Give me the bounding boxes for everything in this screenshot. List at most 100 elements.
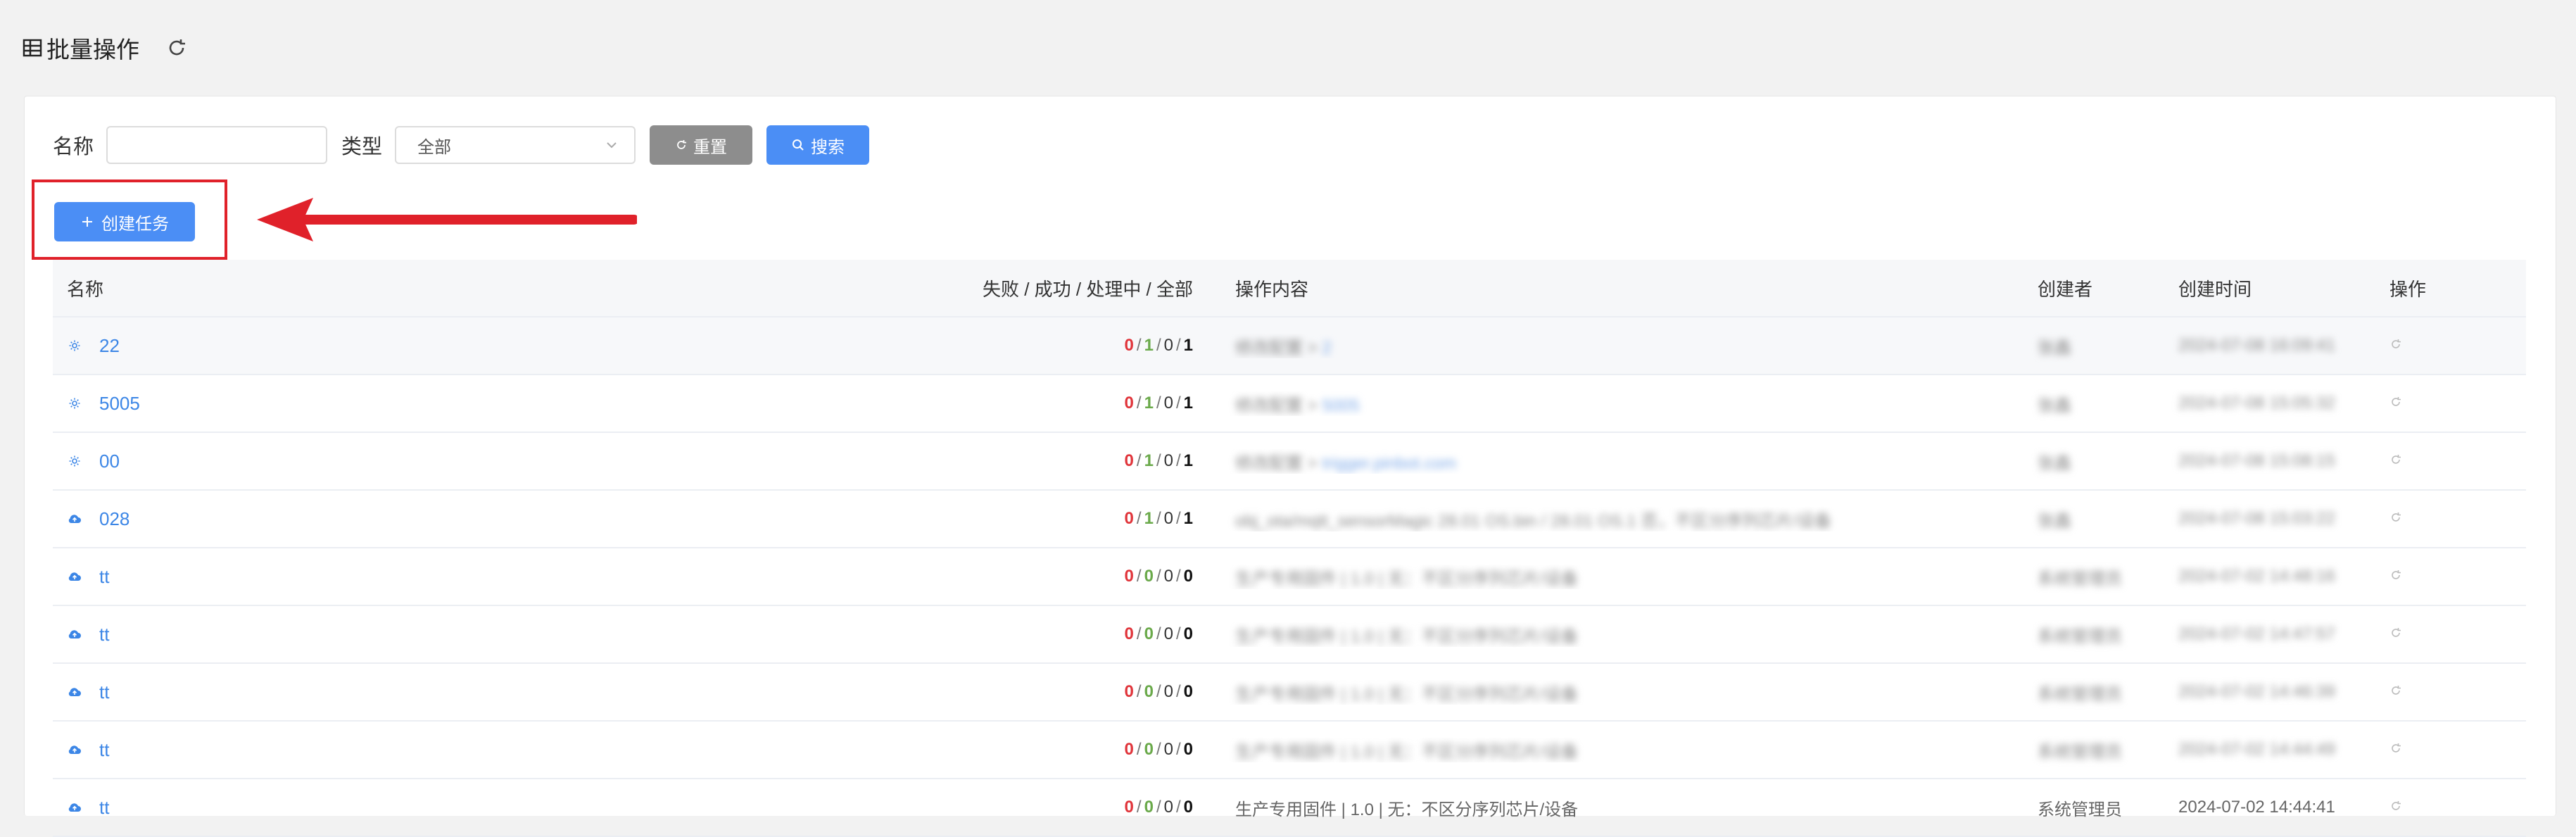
row-time-cell: 2024-07-08 15:05:32 xyxy=(2178,394,2335,413)
name-filter-input[interactable] xyxy=(106,126,328,164)
total-count: 1 xyxy=(1183,394,1193,413)
header-content: 操作内容 xyxy=(1235,278,1309,300)
retry-icon[interactable] xyxy=(2389,511,2404,525)
row-name-cell: tt xyxy=(53,681,1087,703)
content-text: 修改配置 > xyxy=(1235,453,1322,473)
row-content-cell: 生产专用固件 | 1.0 | 无：不区分序列芯片/设备 xyxy=(1193,795,2038,820)
success-count: 0 xyxy=(1144,740,1154,759)
content-text: 生产专用固件 | 1.0 | 无：不区分序列芯片/设备 xyxy=(1235,800,1579,819)
row-name-link[interactable]: 028 xyxy=(99,508,130,530)
content-link[interactable]: 5005 xyxy=(1322,396,1359,415)
success-count: 1 xyxy=(1144,394,1154,413)
total-count: 0 xyxy=(1183,567,1193,586)
content-text: 生产专用固件 | 1.0 | 无：不区分序列芯片/设备 xyxy=(1235,742,1579,762)
row-time-cell: 2024-07-08 15:03:22 xyxy=(2178,509,2335,528)
table-row[interactable]: tt 0/0/0/0 生产专用固件 | 1.0 | 无：不区分序列芯片/设备 系统管理… xyxy=(53,606,2526,664)
success-count: 1 xyxy=(1144,451,1154,470)
processing-count: 0 xyxy=(1163,682,1173,701)
row-time-cell: 2024-07-08 15:08:15 xyxy=(2178,451,2335,470)
retry-icon[interactable] xyxy=(2389,338,2404,352)
header-stats-text: 失败 / 成功 / 处理中 / 全部 xyxy=(982,278,1193,300)
row-action-cell xyxy=(2389,451,2526,471)
processing-count: 0 xyxy=(1163,624,1173,643)
success-count: 1 xyxy=(1144,509,1154,528)
cloud-upload-icon xyxy=(67,684,82,700)
retry-icon[interactable] xyxy=(2389,800,2404,814)
highlight-box: 创建任务 xyxy=(32,180,227,260)
content-text: 生产专用固件 | 1.0 | 无：不区分序列芯片/设备 xyxy=(1235,684,1579,704)
row-action-cell xyxy=(2389,336,2526,355)
row-name-cell: tt xyxy=(53,624,1087,646)
row-name-link[interactable]: tt xyxy=(99,624,109,646)
row-creator-cell: 张鑫 xyxy=(2038,511,2071,531)
fail-count: 0 xyxy=(1124,798,1134,817)
table-row[interactable]: tt 0/0/0/0 生产专用固件 | 1.0 | 无：不区分序列芯片/设备 系统管理… xyxy=(53,664,2526,722)
table-row[interactable]: tt 0/0/0/0 生产专用固件 | 1.0 | 无：不区分序列芯片/设备 系统管理… xyxy=(53,548,2526,606)
processing-count: 0 xyxy=(1163,798,1173,817)
row-stats-cell: 0/0/0/0 xyxy=(1124,740,1193,759)
row-name-cell: tt xyxy=(53,566,1087,588)
retry-icon[interactable] xyxy=(2389,453,2404,467)
table-row[interactable]: 5005 0/1/0/1 修改配置 > 5005 张鑫 2024-07-08 15:05… xyxy=(53,375,2526,433)
table-row[interactable]: 00 0/1/0/1 修改配置 > trigger.pinbot.com 张鑫 2024… xyxy=(53,433,2526,491)
page-header: 批量操作 xyxy=(23,28,189,68)
row-name-link[interactable]: 5005 xyxy=(99,393,140,415)
name-filter-label: 名称 xyxy=(53,136,94,158)
refresh-icon[interactable] xyxy=(165,36,189,60)
gear-icon xyxy=(67,396,82,411)
fail-count: 0 xyxy=(1124,451,1134,470)
table-row[interactable]: 22 0/1/0/1 修改配置 > 2 张鑫 2024-07-08 16:09:41 xyxy=(53,317,2526,375)
success-count: 0 xyxy=(1144,682,1154,701)
cloud-upload-icon xyxy=(67,569,82,584)
row-stats-cell: 0/1/0/1 xyxy=(1124,394,1193,413)
chevron-down-icon xyxy=(605,138,619,152)
header-action: 操作 xyxy=(2389,278,2427,300)
type-filter-select[interactable]: 全部 xyxy=(395,126,636,164)
filter-bar: 名称 类型 全部 重置 搜索 xyxy=(53,125,870,165)
tasks-table: 名称 失败 / 成功 / 处理中 / 全部 操作内容 创建者 创建时间 操作 2… xyxy=(53,260,2526,837)
content-text: 修改配置 > xyxy=(1235,396,1322,415)
row-time-cell: 2024-07-02 14:48:16 xyxy=(2178,567,2335,586)
search-button[interactable]: 搜索 xyxy=(766,125,870,165)
row-name-cell: 5005 xyxy=(53,393,1087,415)
table-body: 22 0/1/0/1 修改配置 > 2 张鑫 2024-07-08 16:09:41 50… xyxy=(53,317,2526,837)
table-header: 名称 失败 / 成功 / 处理中 / 全部 操作内容 创建者 创建时间 操作 xyxy=(53,260,2526,317)
row-stats-cell: 0/0/0/0 xyxy=(1124,624,1193,643)
gear-icon xyxy=(67,453,82,469)
retry-icon[interactable] xyxy=(2389,396,2404,410)
total-count: 1 xyxy=(1183,451,1193,470)
retry-icon[interactable] xyxy=(2389,569,2404,583)
processing-count: 0 xyxy=(1163,451,1173,470)
row-name-link[interactable]: tt xyxy=(99,566,109,588)
row-name-link[interactable]: 00 xyxy=(99,451,120,472)
row-name-link[interactable]: tt xyxy=(99,739,109,761)
create-task-button[interactable]: 创建任务 xyxy=(54,202,195,241)
total-count: 1 xyxy=(1183,336,1193,355)
retry-icon[interactable] xyxy=(2389,627,2404,641)
reset-button[interactable]: 重置 xyxy=(650,125,753,165)
refresh-small-icon xyxy=(675,139,688,151)
row-content-cell: 生产专用固件 | 1.0 | 无：不区分序列芯片/设备 xyxy=(1193,565,2038,589)
retry-icon[interactable] xyxy=(2389,684,2404,698)
row-name-link[interactable]: tt xyxy=(99,681,109,703)
row-creator-cell: 系统管理员 xyxy=(2038,800,2122,819)
table-row[interactable]: 028 0/1/0/1 obj_ota/mqtt_sensorMagic 28.01… xyxy=(53,491,2526,548)
row-creator-cell: 张鑫 xyxy=(2038,453,2071,473)
row-name-link[interactable]: 22 xyxy=(99,335,120,357)
page-title: 批量操作 xyxy=(23,31,139,65)
search-icon xyxy=(791,138,805,152)
fail-count: 0 xyxy=(1124,682,1134,701)
content-link[interactable]: trigger.pinbot.com xyxy=(1322,454,1456,473)
content-text: obj_ota/mqtt_sensorMagic 28.01 OS.bin / … xyxy=(1235,511,1832,531)
fail-count: 0 xyxy=(1124,509,1134,528)
content-link[interactable]: 2 xyxy=(1322,339,1331,358)
success-count: 1 xyxy=(1144,336,1154,355)
row-content-cell: 生产专用固件 | 1.0 | 无：不区分序列芯片/设备 xyxy=(1193,738,2038,762)
table-row[interactable]: tt 0/0/0/0 生产专用固件 | 1.0 | 无：不区分序列芯片/设备 系统管理… xyxy=(53,779,2526,837)
row-time-cell: 2024-07-02 14:44:41 xyxy=(2178,798,2335,817)
row-content-cell: obj_ota/mqtt_sensorMagic 28.01 OS.bin / … xyxy=(1193,507,2038,531)
header-stats: 失败 / 成功 / 处理中 / 全部 xyxy=(983,275,1193,301)
retry-icon[interactable] xyxy=(2389,742,2404,756)
table-row[interactable]: tt 0/0/0/0 生产专用固件 | 1.0 | 无：不区分序列芯片/设备 系统管理… xyxy=(53,722,2526,779)
arrow-annotation-icon xyxy=(257,198,637,241)
